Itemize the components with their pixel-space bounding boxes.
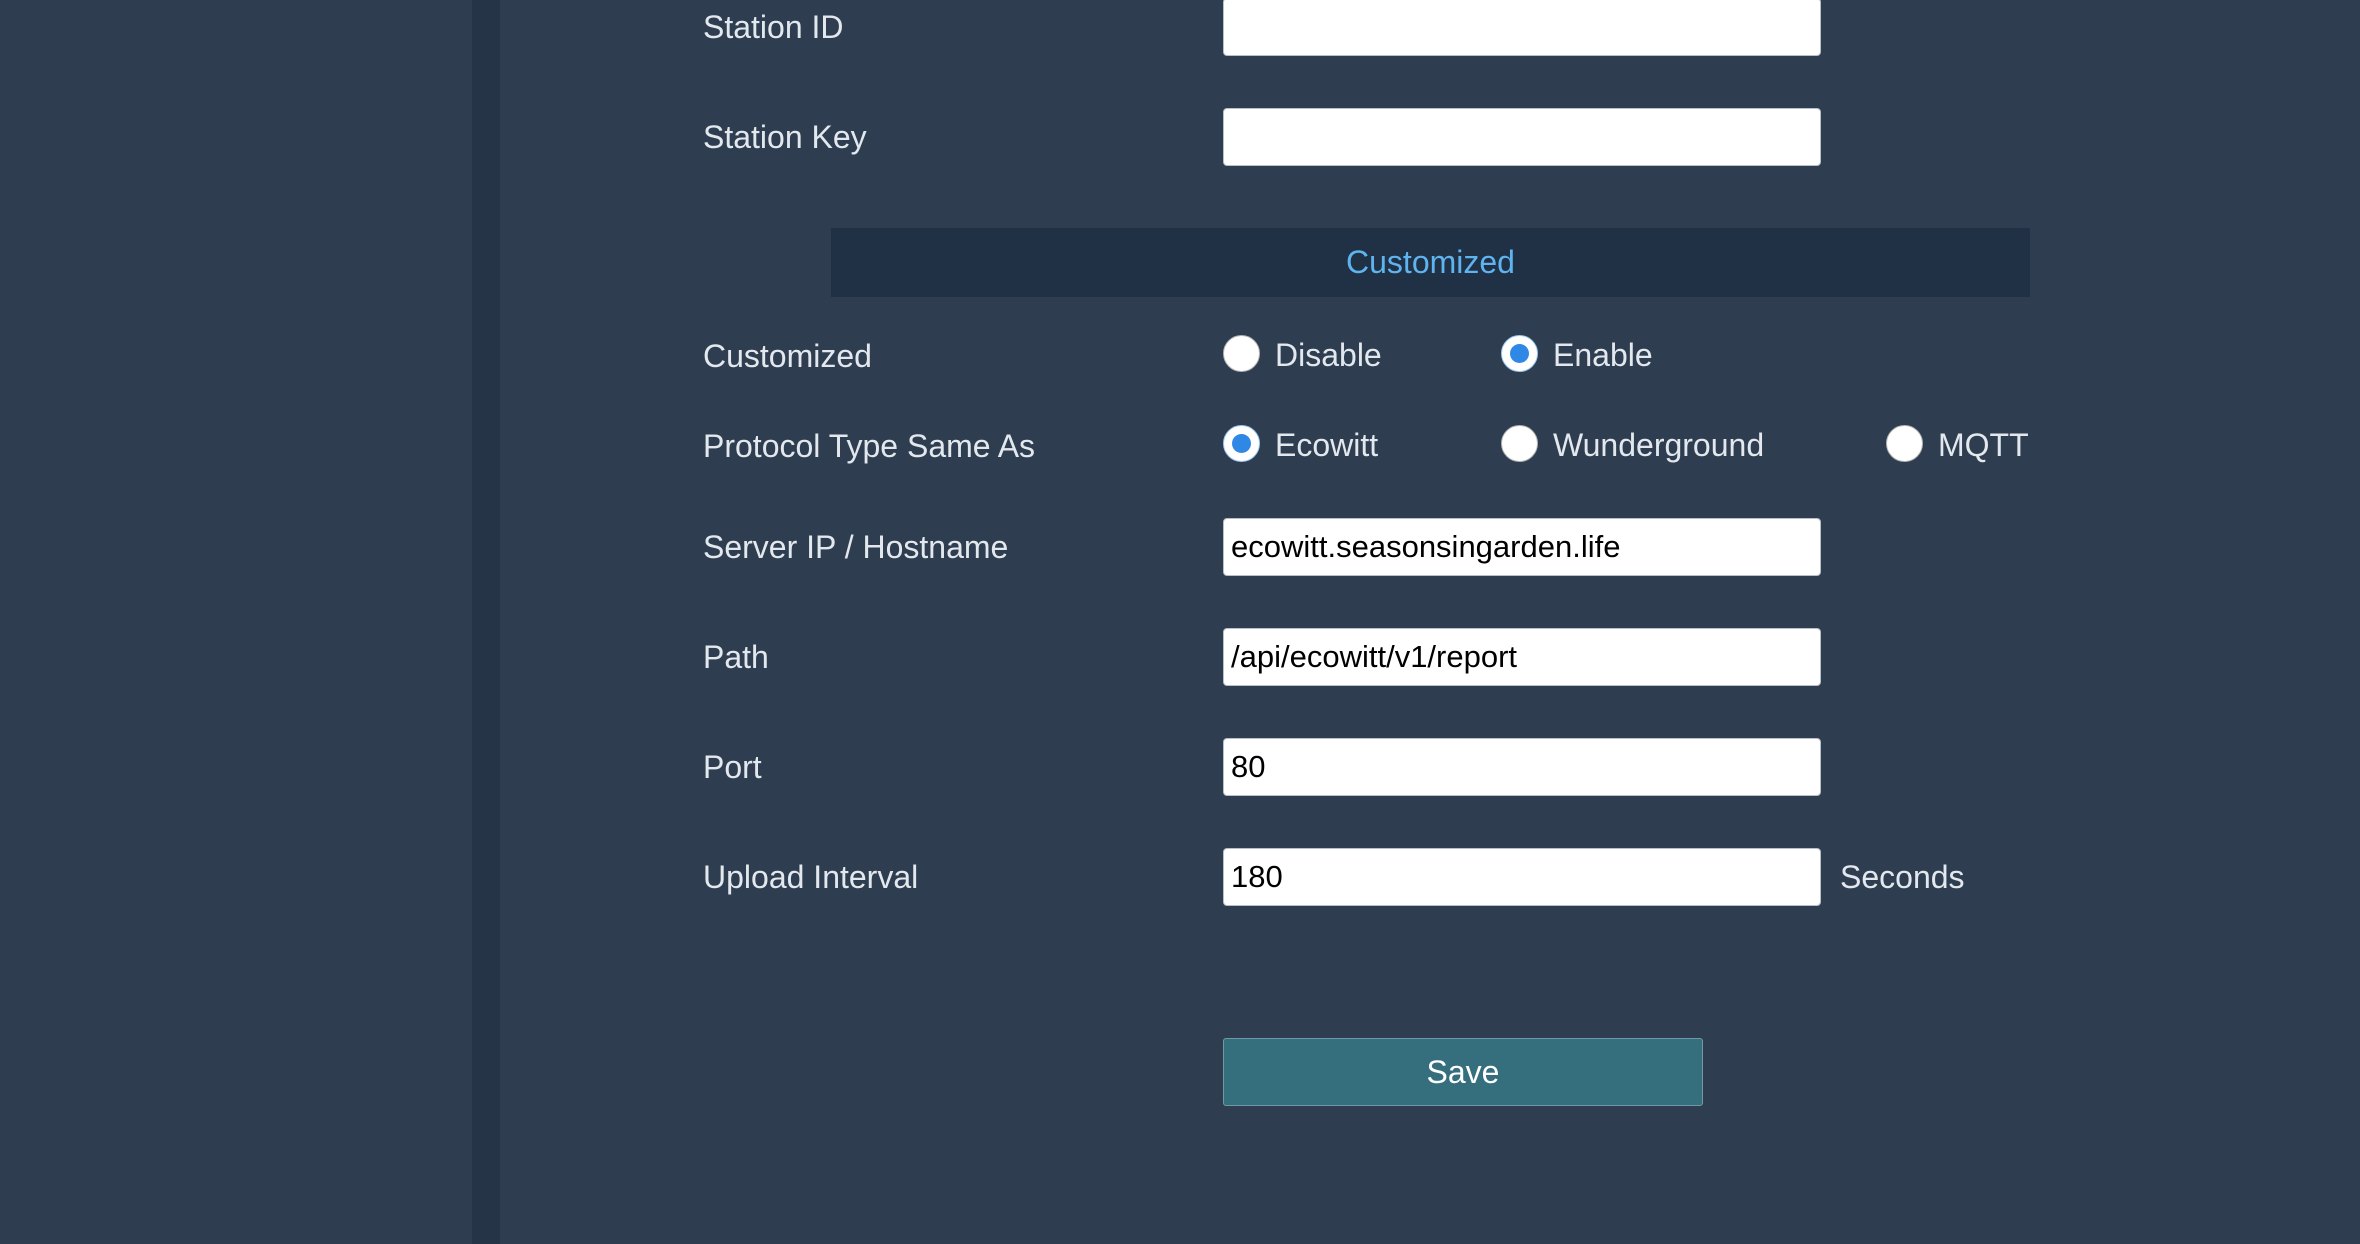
protocol-ecowitt-radio[interactable]: Ecowitt (1223, 424, 1379, 465)
radio-button-checked[interactable] (1223, 424, 1260, 462)
upload-interval-input[interactable] (1223, 848, 1821, 906)
customized-enable-radio[interactable]: Enable (1501, 334, 1653, 375)
radio-button-unchecked[interactable] (1223, 334, 1260, 372)
protocol-mqtt-radio[interactable]: MQTT (1886, 424, 2029, 465)
section-title: Customized (1346, 244, 1515, 280)
server-hostname-label: Server IP / Hostname (703, 529, 1009, 565)
port-input[interactable] (1223, 738, 1821, 796)
radio-selected-dot (1232, 433, 1251, 453)
upload-interval-label: Upload Interval (703, 859, 919, 895)
radio-button-checked[interactable] (1501, 334, 1538, 372)
radio-label-enable: Enable (1553, 337, 1653, 373)
radio-label-wunderground: Wunderground (1553, 427, 1765, 463)
save-button[interactable]: Save (1223, 1038, 1703, 1106)
radio-button-unchecked[interactable] (1886, 424, 1923, 462)
protocol-type-label: Protocol Type Same As (703, 428, 1036, 464)
settings-form: Station ID Station Key Customized Custom… (0, 0, 2360, 1244)
upload-interval-unit: Seconds (1840, 859, 1965, 895)
port-label: Port (703, 749, 762, 785)
radio-label-disable: Disable (1275, 337, 1382, 373)
station-id-label: Station ID (703, 9, 844, 45)
radio-label-ecowitt: Ecowitt (1275, 427, 1379, 463)
radio-label-mqtt: MQTT (1938, 427, 2029, 463)
path-input[interactable] (1223, 628, 1821, 686)
station-key-label: Station Key (703, 119, 867, 155)
customized-label: Customized (703, 338, 872, 374)
server-hostname-input[interactable] (1223, 518, 1821, 576)
station-id-input[interactable] (1223, 0, 1821, 56)
radio-selected-dot (1510, 343, 1529, 363)
protocol-wunderground-radio[interactable]: Wunderground (1501, 424, 1765, 465)
path-label: Path (703, 639, 769, 675)
station-key-input[interactable] (1223, 108, 1821, 166)
customized-disable-radio[interactable]: Disable (1223, 334, 1382, 375)
radio-button-unchecked[interactable] (1501, 424, 1538, 462)
customized-section-header: Customized (831, 228, 2030, 297)
